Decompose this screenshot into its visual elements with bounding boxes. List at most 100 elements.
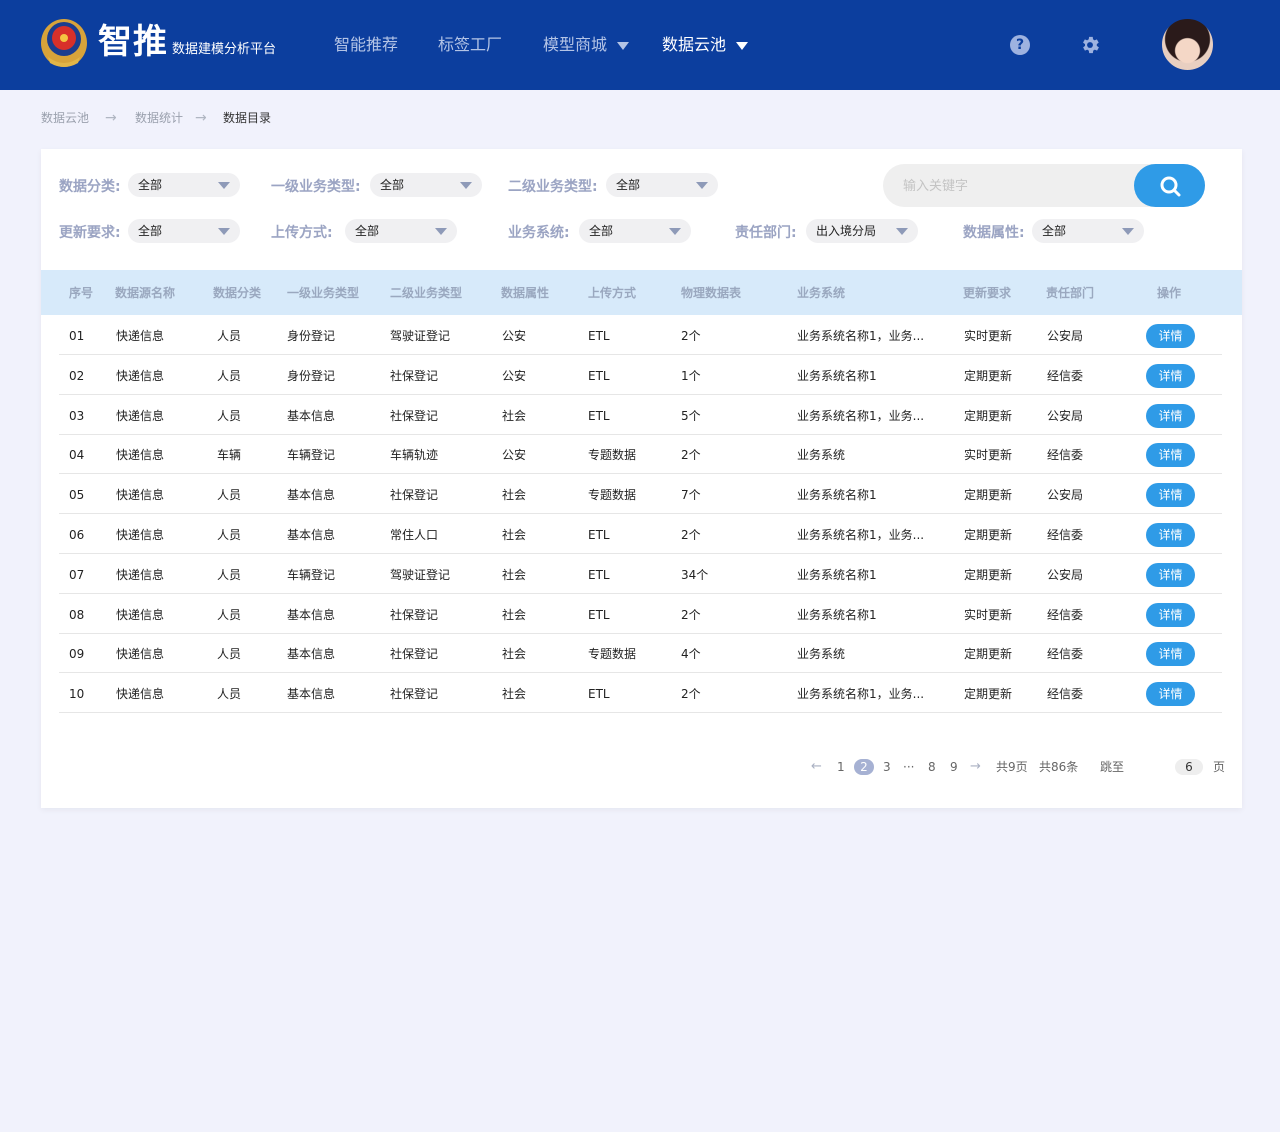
column-header: 责任部门	[1046, 286, 1095, 300]
cell-department: 公安局	[1047, 488, 1084, 503]
data-category-select[interactable]: 全部	[128, 173, 240, 197]
table-row: 04 快递信息 车辆 车辆登记 车辆轨迹 公安 专题数据 2个 业务系统 实时更新 经信委 详情	[41, 434, 1242, 475]
cell-upload-method: 专题数据	[588, 647, 637, 662]
cell-department: 经信委	[1047, 368, 1084, 383]
detail-button[interactable]: 详情	[1146, 682, 1195, 707]
cell-upload-method: ETL	[588, 607, 610, 622]
cell-upload-method: ETL	[588, 687, 610, 702]
cell-source-name: 快递信息	[116, 488, 165, 503]
cell-secondary-type: 驾驶证登记	[390, 567, 451, 582]
brand-name: 智推	[98, 22, 168, 62]
upload-method-select[interactable]: 全部	[345, 219, 457, 243]
column-header: 数据源名称	[115, 286, 176, 300]
cell-source-name: 快递信息	[116, 528, 165, 542]
cell-index: 09	[69, 647, 85, 662]
detail-button[interactable]: 详情	[1146, 602, 1195, 627]
cell-secondary-type: 车辆轨迹	[390, 448, 439, 463]
cell-secondary-type: 社保登记	[390, 368, 439, 383]
detail-button[interactable]: 详情	[1146, 324, 1195, 348]
page-link-current[interactable]: 2	[854, 759, 874, 775]
cell-attribute: 公安	[502, 368, 527, 383]
page-link[interactable]: 9	[950, 759, 958, 775]
column-header: 一级业务类型	[287, 286, 360, 300]
primary-business-type-select[interactable]: 全部	[370, 173, 482, 197]
filter-label: 一级业务类型:	[271, 179, 361, 195]
cell-physical-tables: 2个	[681, 528, 701, 542]
table-row: 10 快递信息 人员 基本信息 社保登记 社会 ETL 2个 业务系统名称1，业务... 定期更新…	[41, 673, 1242, 714]
nav-item-data-cloud-pool[interactable]: 数据云池	[662, 35, 749, 55]
search-input[interactable]	[903, 176, 1123, 196]
cell-category: 人员	[217, 687, 242, 702]
caret-down-icon	[696, 182, 708, 189]
nav-item-tag-factory[interactable]: 标签工厂	[438, 35, 502, 55]
cell-attribute: 公安	[502, 448, 527, 463]
column-header: 操作	[1157, 286, 1182, 300]
arrow-right-icon: →	[105, 110, 117, 126]
select-value: 全部	[1042, 224, 1067, 238]
cell-update-requirement: 实时更新	[964, 607, 1013, 622]
cell-update-requirement: 定期更新	[964, 687, 1013, 702]
cell-attribute: 社会	[502, 408, 527, 423]
detail-button[interactable]: 详情	[1146, 642, 1195, 667]
page-unit-label: 页	[1213, 760, 1226, 774]
cell-primary-type: 车辆登记	[287, 448, 336, 463]
cell-upload-method: 专题数据	[588, 488, 637, 503]
table-header: 序号 数据源名称 数据分类 一级业务类型 二级业务类型 数据属性 上传方式 物理…	[41, 270, 1242, 315]
data-attribute-select[interactable]: 全部	[1032, 219, 1144, 243]
cell-category: 车辆	[217, 448, 242, 463]
prev-page-arrow-icon[interactable]: ←	[811, 759, 822, 775]
cell-physical-tables: 2个	[681, 607, 701, 622]
detail-button[interactable]: 详情	[1146, 443, 1195, 468]
cell-index: 06	[69, 528, 85, 542]
jump-page-input[interactable]	[1175, 759, 1203, 775]
breadcrumb-item[interactable]: 数据云池	[41, 110, 89, 126]
page-link[interactable]: 8	[928, 759, 936, 775]
data-catalog-panel: 数据分类: 全部 一级业务类型: 全部 二级业务类型: 全部 更新要求: 全部 …	[41, 149, 1242, 808]
row-divider	[59, 712, 1222, 714]
update-requirement-select[interactable]: 全部	[128, 219, 240, 243]
detail-button[interactable]: 详情	[1146, 403, 1195, 428]
page-link[interactable]: 1	[837, 759, 845, 775]
police-emblem-logo	[41, 19, 87, 67]
cell-business-system: 业务系统名称1	[797, 607, 877, 622]
user-avatar[interactable]	[1160, 17, 1215, 72]
next-page-arrow-icon[interactable]: →	[970, 759, 981, 775]
column-header: 序号	[69, 286, 94, 300]
cell-department: 经信委	[1047, 448, 1084, 463]
cell-upload-method: ETL	[588, 567, 610, 582]
cell-primary-type: 身份登记	[287, 329, 336, 343]
cell-primary-type: 车辆登记	[287, 567, 336, 582]
cell-physical-tables: 7个	[681, 488, 701, 503]
cell-physical-tables: 5个	[681, 408, 701, 423]
page-link[interactable]: 3	[883, 759, 891, 775]
breadcrumb-item[interactable]: 数据统计	[135, 110, 183, 126]
secondary-business-type-select[interactable]: 全部	[606, 173, 718, 197]
detail-button[interactable]: 详情	[1146, 483, 1195, 508]
column-header: 上传方式	[588, 286, 637, 300]
brand-subtitle: 数据建模分析平台	[172, 42, 277, 57]
detail-button[interactable]: 详情	[1146, 363, 1195, 388]
cell-department: 经信委	[1047, 607, 1084, 622]
responsible-department-select[interactable]: 出入境分局	[806, 219, 918, 243]
nav-item-model-store[interactable]: 模型商城	[543, 35, 630, 55]
table-row: 05 快递信息 人员 基本信息 社保登记 社会 专题数据 7个 业务系统名称1 定期更新 公安局 详情	[41, 474, 1242, 515]
chevron-down-icon	[617, 41, 630, 50]
cell-index: 02	[69, 368, 85, 383]
nav-label: 数据云池	[662, 35, 727, 54]
nav-item-smart-recommend[interactable]: 智能推荐	[334, 35, 398, 55]
detail-button[interactable]: 详情	[1146, 562, 1195, 587]
help-icon[interactable]: ?	[1010, 35, 1030, 55]
breadcrumb-current: 数据目录	[223, 111, 272, 125]
column-header: 物理数据表	[681, 286, 742, 300]
business-system-select[interactable]: 全部	[579, 219, 691, 243]
search-button[interactable]	[1134, 164, 1205, 207]
cell-department: 公安局	[1047, 567, 1084, 582]
cell-business-system: 业务系统	[797, 448, 846, 463]
cell-category: 人员	[217, 329, 242, 343]
gear-icon[interactable]	[1079, 34, 1101, 56]
cell-physical-tables: 34个	[681, 567, 709, 582]
cell-update-requirement: 实时更新	[964, 448, 1013, 463]
cell-index: 05	[69, 488, 85, 503]
column-header: 更新要求	[963, 286, 1012, 300]
detail-button[interactable]: 详情	[1146, 523, 1195, 547]
